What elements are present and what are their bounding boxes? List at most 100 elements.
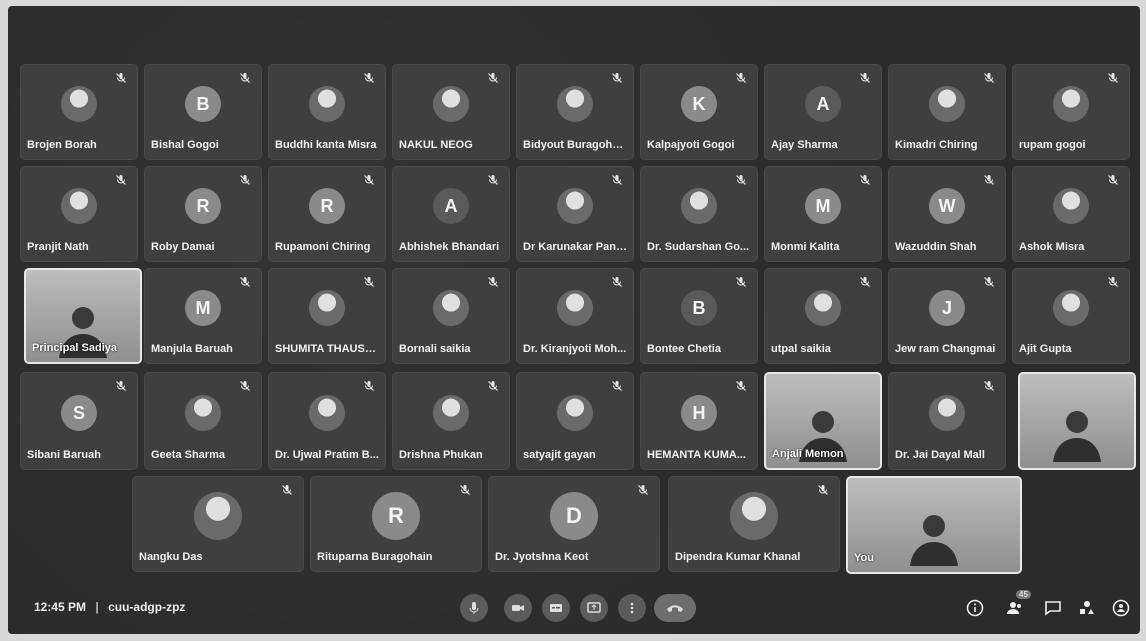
- participant-avatar-photo: [185, 395, 221, 432]
- participant-name: Rituparna Buragohain: [317, 551, 433, 563]
- end-call-button[interactable]: [654, 594, 696, 622]
- mic-muted-icon: [240, 277, 250, 287]
- meeting-code: cuu-adgp-zpz: [108, 600, 186, 614]
- mic-toggle-button[interactable]: [460, 594, 488, 622]
- participant-tile[interactable]: Brojen Borah: [20, 64, 138, 160]
- participant-name: Dr. Sudarshan Go...: [647, 241, 750, 253]
- participant-tile[interactable]: Drishna Phukan: [392, 372, 510, 470]
- participant-avatar-photo: [1053, 290, 1089, 327]
- participant-tile[interactable]: R Rituparna Buragohain: [310, 476, 482, 572]
- mic-muted-icon: [984, 277, 994, 287]
- participant-avatar-initial: M: [805, 188, 841, 225]
- participant-tile[interactable]: D Dr. Jyotshna Keot: [488, 476, 660, 572]
- participant-tile[interactable]: R Rupamoni Chiring: [268, 166, 386, 262]
- participant-tile[interactable]: You: [846, 476, 1022, 574]
- participant-tile[interactable]: A Abhishek Bhandari: [392, 166, 510, 262]
- participant-name: Principal Sadiya: [32, 342, 117, 354]
- participant-tile[interactable]: Dr. Kiranjyoti Moh...: [516, 268, 634, 364]
- mic-muted-icon: [488, 277, 498, 287]
- participant-name: Wazuddin Shah: [895, 241, 977, 253]
- participant-avatar-initial: W: [929, 188, 965, 225]
- mic-muted-icon: [860, 73, 870, 83]
- participant-tile[interactable]: K Kalpajyoti Gogoi: [640, 64, 758, 160]
- participant-name: You: [854, 552, 874, 564]
- participant-name: HEMANTA KUMA...: [647, 449, 746, 461]
- participant-tile[interactable]: rupam gogoi: [1012, 64, 1130, 160]
- mic-muted-icon: [240, 175, 250, 185]
- participant-tile[interactable]: Anjali Memon: [764, 372, 882, 470]
- participant-video: [1020, 374, 1134, 468]
- participant-tile[interactable]: Nangku Das: [132, 476, 304, 572]
- participant-name: Dr. Jai Dayal Mall: [895, 449, 985, 461]
- participant-tile[interactable]: Bornali saikia: [392, 268, 510, 364]
- participant-avatar-initial: M: [185, 290, 221, 327]
- participant-tile[interactable]: Principal Sadiya: [24, 268, 142, 364]
- mic-muted-icon: [984, 381, 994, 391]
- participant-avatar-photo: [805, 290, 841, 327]
- captions-button[interactable]: [542, 594, 570, 622]
- participant-tile[interactable]: Dipendra Kumar Khanal: [668, 476, 840, 572]
- participant-tile[interactable]: Dr. Jai Dayal Mall: [888, 372, 1006, 470]
- participant-tile[interactable]: M Monmi Kalita: [764, 166, 882, 262]
- participant-name: NAKUL NEOG: [399, 139, 473, 151]
- participant-tile[interactable]: Geeta Sharma: [144, 372, 262, 470]
- participant-name: Kalpajyoti Gogoi: [647, 139, 735, 151]
- participant-tile[interactable]: Kimadri Chiring: [888, 64, 1006, 160]
- participant-avatar-photo: [557, 290, 593, 327]
- participant-tile[interactable]: J Jew ram Changmai: [888, 268, 1006, 364]
- participant-avatar-photo: [433, 395, 469, 432]
- camera-toggle-button[interactable]: [504, 594, 532, 622]
- participant-tile[interactable]: NAKUL NEOG: [392, 64, 510, 160]
- participant-name: Dr. Ujwal Pratim B...: [275, 449, 379, 461]
- participant-name: Ashok Misra: [1019, 241, 1085, 253]
- participant-tile[interactable]: H HEMANTA KUMA...: [640, 372, 758, 470]
- mic-muted-icon: [860, 277, 870, 287]
- participant-name: Monmi Kalita: [771, 241, 840, 253]
- more-options-button[interactable]: [618, 594, 646, 622]
- participant-name: Dr. Jyotshna Keot: [495, 551, 589, 563]
- participant-tile[interactable]: Pranjit Nath: [20, 166, 138, 262]
- participant-name: Anjali Memon: [772, 448, 844, 460]
- participant-avatar-photo: [309, 86, 345, 123]
- info-icon: [966, 599, 984, 617]
- mic-muted-icon: [240, 73, 250, 83]
- participant-avatar-photo: [730, 492, 778, 541]
- participant-name: Bidyout Buragohain: [523, 139, 627, 151]
- present-button[interactable]: [580, 594, 608, 622]
- participant-tile[interactable]: S Sibani Baruah: [20, 372, 138, 470]
- participant-avatar-initial: D: [550, 492, 598, 541]
- lock-person-icon: [1112, 599, 1130, 617]
- participant-avatar-initial: B: [681, 290, 717, 327]
- people-count-badge: 45: [1016, 590, 1031, 599]
- meeting-details-button[interactable]: [964, 597, 986, 619]
- participant-tile[interactable]: [1018, 372, 1136, 470]
- mic-muted-icon: [488, 175, 498, 185]
- participant-tile[interactable]: Bidyout Buragohain: [516, 64, 634, 160]
- participant-tile[interactable]: Dr Karunakar Panda: [516, 166, 634, 262]
- participant-tile[interactable]: utpal saikia: [764, 268, 882, 364]
- mic-muted-icon: [364, 381, 374, 391]
- participant-avatar-initial: S: [61, 395, 97, 432]
- participant-avatar-photo: [309, 290, 345, 327]
- participant-tile[interactable]: Dr. Sudarshan Go...: [640, 166, 758, 262]
- participant-tile[interactable]: B Bontee Chetia: [640, 268, 758, 364]
- participant-tile[interactable]: W Wazuddin Shah: [888, 166, 1006, 262]
- participant-tile[interactable]: SHUMITA THAUSEN: [268, 268, 386, 364]
- participant-name: Roby Damai: [151, 241, 215, 253]
- activities-button[interactable]: [1076, 597, 1098, 619]
- participant-tile[interactable]: satyajit gayan: [516, 372, 634, 470]
- participant-tile[interactable]: B Bishal Gogoi: [144, 64, 262, 160]
- participant-tile[interactable]: Ashok Misra: [1012, 166, 1130, 262]
- host-controls-button[interactable]: [1110, 597, 1132, 619]
- participant-avatar-initial: K: [681, 86, 717, 123]
- people-button[interactable]: 45: [1004, 590, 1031, 619]
- participant-tile[interactable]: M Manjula Baruah: [144, 268, 262, 364]
- participant-tile[interactable]: A Ajay Sharma: [764, 64, 882, 160]
- participant-tile[interactable]: Ajit Gupta: [1012, 268, 1130, 364]
- chat-button[interactable]: [1042, 597, 1064, 619]
- participant-tile[interactable]: R Roby Damai: [144, 166, 262, 262]
- participant-tile[interactable]: Buddhi kanta Misra: [268, 64, 386, 160]
- mic-muted-icon: [116, 175, 126, 185]
- participant-tile[interactable]: Dr. Ujwal Pratim B...: [268, 372, 386, 470]
- mic-muted-icon: [116, 381, 126, 391]
